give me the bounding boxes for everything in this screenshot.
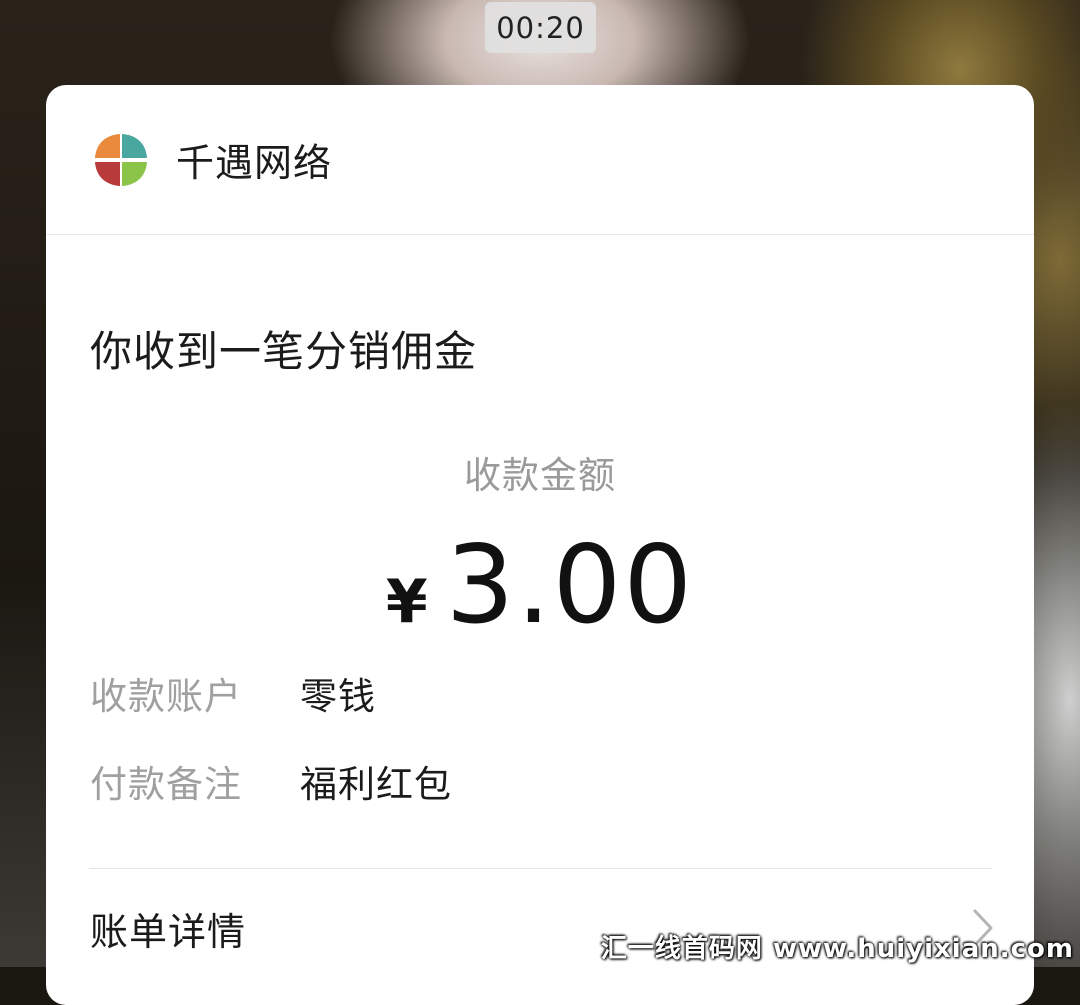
payment-notification-card[interactable]: 千遇网络 你收到一笔分销佣金 收款金额 ¥ 3.00 收款账户 零钱 付款备注 … [46,85,1034,1005]
org-name: 千遇网络 [176,141,333,185]
notification-title: 你收到一笔分销佣金 [90,327,478,376]
card-header[interactable]: 千遇网络 [46,85,1034,235]
amount-display: ¥ 3.00 [46,523,1034,648]
detail-label: 付款备注 [90,763,242,806]
currency-symbol: ¥ [385,567,428,637]
amount-value: 3.00 [445,523,695,648]
site-watermark: 汇一线首码网 www.huiyixian.com [600,934,1074,964]
divider [89,868,992,869]
detail-row-remark: 付款备注 福利红包 [90,754,452,808]
detail-value: 零钱 [300,675,376,718]
detail-label: 收款账户 [90,675,242,718]
detail-value: 福利红包 [300,763,452,806]
amount-label: 收款金额 [464,454,616,497]
bill-detail-label: 账单详情 [90,909,247,954]
quadrant-logo-icon [95,133,147,186]
detail-row-account: 收款账户 零钱 [90,666,376,720]
timer-badge: 00:20 [485,2,596,53]
